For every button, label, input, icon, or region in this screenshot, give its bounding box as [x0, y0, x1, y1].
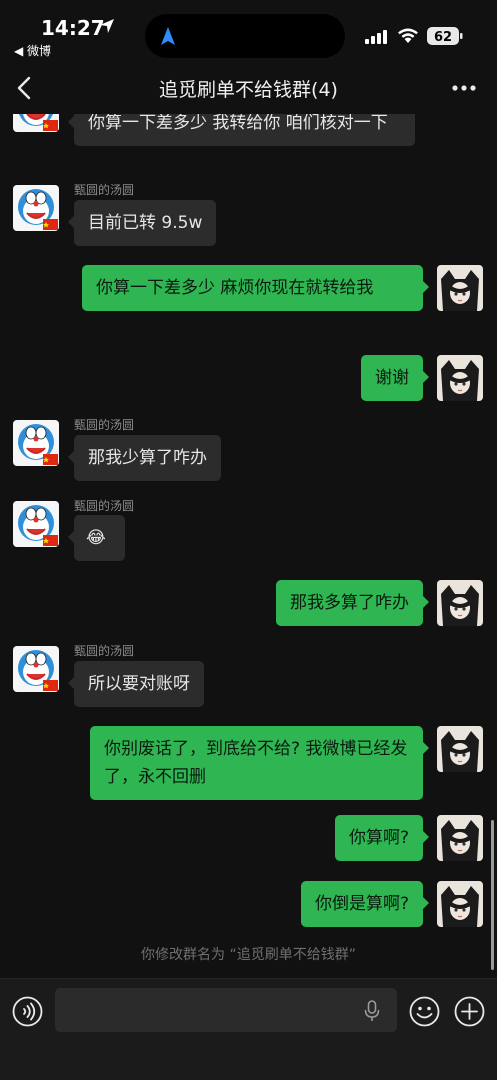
message-bubble-incoming[interactable]: 😂 [68, 515, 125, 561]
voice-icon[interactable] [12, 996, 43, 1027]
chat-title: 追觅刷单不给钱群(4) [159, 79, 338, 101]
message-bubble-outgoing[interactable]: 谢谢 [361, 355, 429, 401]
cat-girl-avatar[interactable] [437, 815, 483, 861]
message-bubble-outgoing[interactable]: 你算啊? [334, 815, 430, 861]
battery-icon: 62 [427, 27, 463, 45]
back-to-app-link[interactable]: ◀ 微博 [14, 42, 51, 59]
sender-name: 甄圆的汤圆 [74, 644, 135, 658]
wechat-group-chat-screen: 14:27 ◀ 微博 62 追觅刷单不给钱群(4) 你算一下差多少 我转给你 咱… [0, 0, 497, 1080]
chat-header: 追觅刷单不给钱群(4) [0, 62, 497, 114]
sender-name: 甄圆的汤圆 [74, 183, 135, 197]
battery-level: 62 [434, 30, 452, 45]
doraemon-avatar[interactable] [13, 646, 59, 692]
cat-girl-avatar[interactable] [437, 265, 483, 311]
cat-girl-avatar[interactable] [437, 580, 483, 626]
message-list[interactable]: 你算一下差多少 我转给你 咱们核对一下 甄圆的汤圆 目前已转 9.5w 你算一下… [0, 114, 497, 978]
doraemon-avatar[interactable] [13, 501, 59, 547]
sender-name: 甄圆的汤圆 [74, 418, 135, 432]
message-bubble-outgoing[interactable]: 你倒是算啊? [300, 881, 430, 927]
sender-name: 甄圆的汤圆 [74, 499, 135, 513]
scrollbar[interactable] [491, 820, 494, 970]
signal-icon [365, 30, 387, 44]
cat-girl-avatar[interactable] [437, 355, 483, 401]
message-bubble-incoming[interactable]: 目前已转 9.5w [67, 200, 217, 246]
doraemon-avatar[interactable] [13, 185, 59, 231]
message-bubble-incoming[interactable]: 所以要对账呀 [68, 661, 204, 707]
cat-girl-avatar[interactable] [437, 881, 483, 927]
doraemon-avatar[interactable] [13, 420, 59, 466]
message-bubble-outgoing[interactable]: 你算一下差多少 麻烦你现在就转给我 [82, 265, 429, 311]
status-time: 14:27 [41, 16, 105, 40]
wifi-icon [398, 28, 418, 43]
cat-girl-avatar[interactable] [437, 726, 483, 772]
microphone-icon[interactable] [364, 1000, 380, 1022]
emoji-icon[interactable] [409, 996, 440, 1027]
dynamic-island [145, 14, 345, 58]
message-bubble-incoming[interactable]: 那我少算了咋办 [68, 435, 221, 481]
message-bubble-outgoing[interactable]: 那我多算了咋办 [276, 580, 429, 626]
navigation-icon [161, 27, 175, 45]
status-bar: 14:27 ◀ 微博 62 [0, 0, 497, 62]
message-bubble-outgoing[interactable]: 你别废话了，到底给不给? 我微博已经发了，永不回删 [90, 726, 429, 800]
system-notice: 你修改群名为 “追觅刷单不给钱群” [141, 947, 356, 963]
input-bar [0, 978, 497, 1080]
location-arrow-icon [100, 19, 114, 33]
message-bubble-incoming[interactable]: 你算一下差多少 我转给你 咱们核对一下 [68, 114, 415, 146]
more-dots-icon[interactable] [449, 76, 479, 100]
message-input[interactable] [55, 988, 397, 1032]
doraemon-avatar[interactable] [13, 114, 59, 132]
plus-icon[interactable] [454, 996, 485, 1027]
